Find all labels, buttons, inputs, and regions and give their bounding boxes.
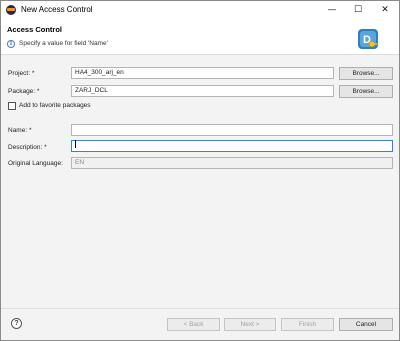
text-caret — [75, 140, 76, 149]
window-title: New Access Control — [21, 5, 93, 14]
cancel-button[interactable]: Cancel — [339, 318, 393, 331]
access-control-wizard-icon: D — [358, 29, 378, 49]
name-label: Name: * — [8, 127, 32, 134]
footer-separator — [1, 308, 399, 309]
favorite-checkbox[interactable] — [8, 102, 16, 110]
maximize-button[interactable]: ☐ — [345, 1, 371, 20]
project-label: Project: * — [8, 70, 35, 77]
page-title: Access Control — [7, 25, 63, 34]
back-button[interactable]: < Back — [167, 318, 220, 331]
maximize-icon: ☐ — [353, 5, 363, 15]
favorite-label: Add to favorite packages — [19, 102, 91, 109]
info-icon: i — [7, 40, 15, 48]
original-language-field: EN — [71, 157, 393, 169]
project-field[interactable]: HA4_300_arj_en — [71, 67, 334, 79]
package-field[interactable]: ZARJ_DCL — [71, 85, 334, 97]
eclipse-app-icon — [6, 5, 16, 15]
name-field[interactable] — [71, 124, 393, 136]
description-field[interactable] — [71, 140, 393, 152]
package-label: Package: * — [8, 88, 40, 95]
minimize-button[interactable]: — — [319, 1, 345, 20]
wizard-header: Access Control i Specify a value for fie… — [1, 20, 399, 55]
title-bar[interactable]: New Access Control — ☐ ✕ — [1, 1, 399, 20]
minimize-icon: — — [327, 5, 337, 15]
close-icon: ✕ — [381, 5, 389, 15]
next-button[interactable]: Next > — [224, 318, 276, 331]
original-language-label: Original Language: — [8, 160, 63, 167]
finish-button[interactable]: Finish — [281, 318, 334, 331]
header-message: Specify a value for field 'Name' — [19, 40, 108, 47]
description-label: Description: * — [8, 144, 47, 151]
help-icon[interactable]: ? — [11, 318, 22, 329]
new-access-control-dialog: New Access Control — ☐ ✕ Access Control … — [0, 0, 400, 341]
package-browse-button[interactable]: Browse... — [339, 85, 393, 98]
project-browse-button[interactable]: Browse... — [339, 67, 393, 80]
close-button[interactable]: ✕ — [372, 1, 398, 20]
